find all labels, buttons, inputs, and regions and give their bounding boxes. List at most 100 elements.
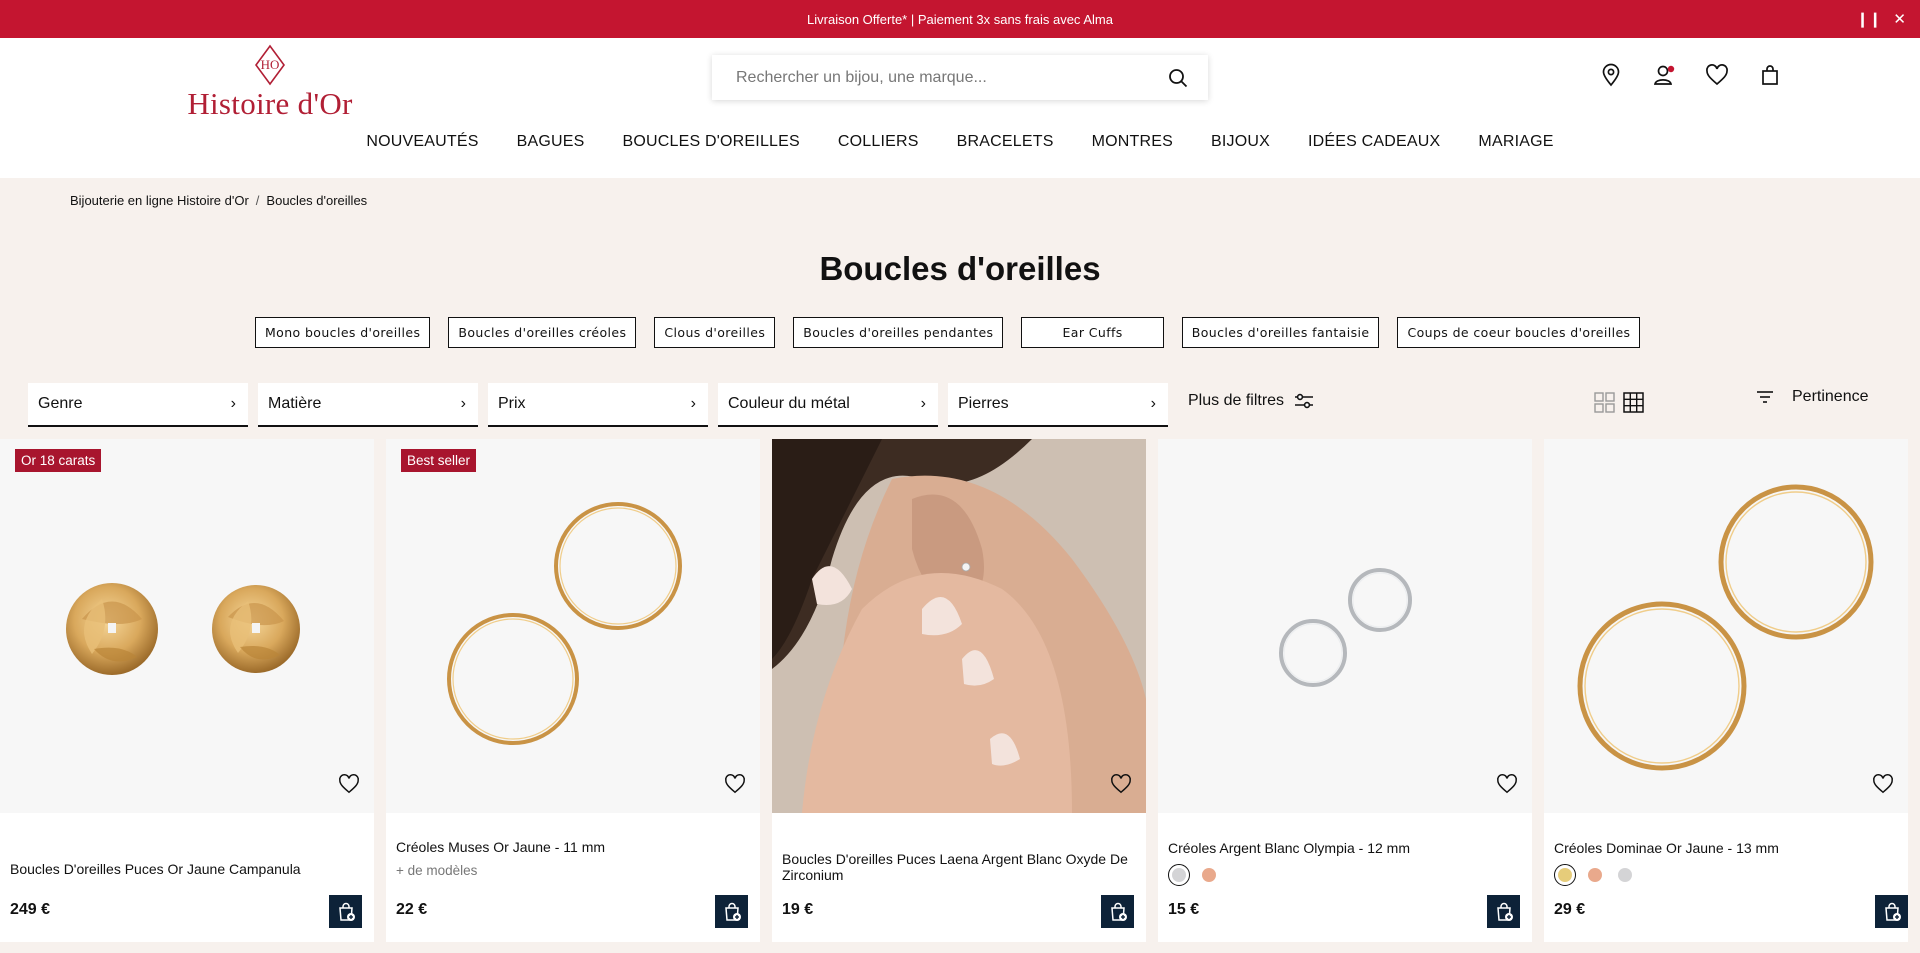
add-to-cart-button[interactable] bbox=[329, 895, 362, 928]
silver-hoops-image bbox=[1279, 568, 1412, 687]
product-image[interactable]: Best seller bbox=[386, 439, 760, 813]
earring-studs-image bbox=[66, 583, 300, 675]
more-filters-button[interactable]: Plus de filtres bbox=[1188, 392, 1314, 410]
filter-label: Genre bbox=[38, 395, 83, 412]
breadcrumb-current: Boucles d'oreilles bbox=[266, 193, 368, 208]
filter-label: Prix bbox=[498, 395, 526, 412]
product-price: 19 € bbox=[782, 901, 814, 918]
swatch-gold[interactable] bbox=[1554, 864, 1576, 886]
sort-dropdown[interactable]: Pertinence bbox=[1756, 388, 1869, 406]
chip-creoles[interactable]: Boucles d'oreilles créoles bbox=[448, 317, 637, 348]
filter-genre[interactable]: Genre › bbox=[28, 383, 248, 427]
product-name[interactable]: Créoles Argent Blanc Olympia - 12 mm bbox=[1168, 840, 1522, 856]
wishlist-heart-icon[interactable] bbox=[1496, 773, 1518, 795]
add-to-cart-button[interactable] bbox=[715, 895, 748, 928]
nav-item-colliers[interactable]: COLLIERS bbox=[838, 133, 919, 151]
cart-add-icon bbox=[1496, 902, 1513, 921]
hoop-earrings-image bbox=[447, 502, 682, 745]
add-to-cart-button[interactable] bbox=[1101, 895, 1134, 928]
product-name[interactable]: Créoles Dominae Or Jaune - 13 mm bbox=[1554, 840, 1898, 856]
category-chips: Mono boucles d'oreilles Boucles d'oreill… bbox=[255, 317, 1641, 348]
chevron-right-icon: › bbox=[1150, 395, 1156, 412]
wishlist-heart-icon[interactable] bbox=[1872, 773, 1894, 795]
swatch-rose[interactable] bbox=[1584, 864, 1606, 886]
wishlist-heart-icon[interactable] bbox=[338, 773, 360, 795]
swatch-rose[interactable] bbox=[1198, 864, 1220, 886]
nav-item-nouveautes[interactable]: NOUVEAUTÉS bbox=[366, 133, 478, 151]
cart-add-icon bbox=[1110, 902, 1127, 921]
filter-pierres[interactable]: Pierres › bbox=[948, 383, 1168, 427]
product-card[interactable]: Best seller Créoles Muses Or Jaune - 11 … bbox=[386, 439, 760, 942]
nav-item-boucles-oreilles[interactable]: BOUCLES D'OREILLES bbox=[623, 133, 800, 151]
promo-text: Livraison Offerte* | Paiement 3x sans fr… bbox=[807, 11, 1113, 27]
nav-item-mariage[interactable]: MARIAGE bbox=[1478, 133, 1553, 151]
cart-add-icon bbox=[1884, 902, 1901, 921]
product-price: 15 € bbox=[1168, 901, 1200, 918]
chip-coups-de-coeur[interactable]: Coups de coeur boucles d'oreilles bbox=[1397, 317, 1641, 348]
chip-pendantes[interactable]: Boucles d'oreilles pendantes bbox=[793, 317, 1004, 348]
product-image[interactable]: Or 18 carats bbox=[0, 439, 374, 813]
breadcrumb-home[interactable]: Bijouterie en ligne Histoire d'Or bbox=[70, 193, 249, 208]
account-icon[interactable] bbox=[1651, 62, 1677, 88]
product-card[interactable]: Créoles Dominae Or Jaune - 13 mm 29 € bbox=[1544, 439, 1908, 942]
product-price: 249 € bbox=[10, 901, 51, 918]
chip-clous[interactable]: Clous d'oreilles bbox=[654, 317, 776, 348]
nav-item-idees-cadeaux[interactable]: IDÉES CADEAUX bbox=[1308, 133, 1440, 151]
chip-ear-cuffs[interactable]: Ear Cuffs bbox=[1021, 317, 1164, 348]
filter-label: Pierres bbox=[958, 395, 1009, 412]
add-to-cart-button[interactable] bbox=[1875, 895, 1908, 928]
page-title: Boucles d'oreilles bbox=[819, 250, 1101, 287]
cart-add-icon bbox=[338, 902, 355, 921]
sliders-icon bbox=[1295, 393, 1314, 409]
sort-label: Pertinence bbox=[1792, 388, 1869, 405]
product-card[interactable]: Or 18 carats Boucles D'oreilles Puces Or… bbox=[0, 439, 374, 942]
product-name[interactable]: Boucles D'oreilles Puces Laena Argent Bl… bbox=[782, 851, 1136, 883]
more-models-link[interactable]: + de modèles bbox=[396, 863, 477, 878]
product-image[interactable] bbox=[1158, 439, 1532, 813]
logo[interactable]: HO Histoire d'Or bbox=[185, 44, 355, 124]
logo-text: Histoire d'Or bbox=[187, 86, 353, 121]
swatch-silver[interactable] bbox=[1168, 864, 1190, 886]
nav-item-bracelets[interactable]: BRACELETS bbox=[957, 133, 1054, 151]
close-icon[interactable]: ✕ bbox=[1893, 12, 1906, 27]
wishlist-icon[interactable] bbox=[1704, 62, 1730, 88]
color-swatches bbox=[1168, 864, 1220, 886]
svg-text:HO: HO bbox=[261, 57, 280, 72]
chevron-right-icon: › bbox=[230, 395, 236, 412]
grid-small-icon[interactable] bbox=[1623, 392, 1644, 413]
grid-large-icon[interactable] bbox=[1594, 392, 1615, 413]
product-price: 22 € bbox=[396, 901, 428, 918]
filter-prix[interactable]: Prix › bbox=[488, 383, 708, 427]
cart-icon[interactable] bbox=[1757, 62, 1783, 88]
search-icon[interactable] bbox=[1166, 66, 1190, 90]
filter-bar: Genre › Matière › Prix › Couleur du métal › … bbox=[28, 383, 1168, 427]
chip-fantaisie[interactable]: Boucles d'oreilles fantaisie bbox=[1181, 317, 1380, 348]
product-grid: Or 18 carats Boucles D'oreilles Puces Or… bbox=[0, 439, 1908, 942]
pause-icon[interactable]: ❙❙ bbox=[1856, 12, 1881, 27]
promo-banner: Livraison Offerte* | Paiement 3x sans fr… bbox=[0, 0, 1920, 38]
filter-label: Matière bbox=[268, 395, 322, 412]
add-to-cart-button[interactable] bbox=[1487, 895, 1520, 928]
nav-item-bagues[interactable]: BAGUES bbox=[517, 133, 585, 151]
filter-label: Couleur du métal bbox=[728, 395, 850, 412]
product-image[interactable] bbox=[772, 439, 1146, 813]
product-price: 29 € bbox=[1554, 901, 1586, 918]
site-header: HO Histoire d'Or NOUVEAUTÉS BAGUES BOUCL… bbox=[0, 38, 1920, 178]
filter-couleur-metal[interactable]: Couleur du métal › bbox=[718, 383, 938, 427]
store-locator-icon[interactable] bbox=[1598, 62, 1624, 88]
product-image[interactable] bbox=[1544, 439, 1908, 813]
nav-item-montres[interactable]: MONTRES bbox=[1092, 133, 1173, 151]
nav-item-bijoux[interactable]: BIJOUX bbox=[1211, 133, 1270, 151]
filter-matiere[interactable]: Matière › bbox=[258, 383, 478, 427]
chevron-right-icon: › bbox=[690, 395, 696, 412]
product-card[interactable]: Créoles Argent Blanc Olympia - 12 mm 15 … bbox=[1158, 439, 1532, 942]
product-badge: Best seller bbox=[401, 449, 477, 472]
swatch-silver[interactable] bbox=[1614, 864, 1636, 886]
product-card[interactable]: Boucles D'oreilles Puces Laena Argent Bl… bbox=[772, 439, 1146, 942]
search-input[interactable] bbox=[736, 68, 1166, 87]
chip-mono[interactable]: Mono boucles d'oreilles bbox=[255, 317, 431, 348]
wishlist-heart-icon[interactable] bbox=[1110, 773, 1132, 795]
product-name[interactable]: Créoles Muses Or Jaune - 11 mm bbox=[396, 839, 750, 855]
model-photo-image bbox=[772, 439, 1146, 813]
wishlist-heart-icon[interactable] bbox=[724, 773, 746, 795]
